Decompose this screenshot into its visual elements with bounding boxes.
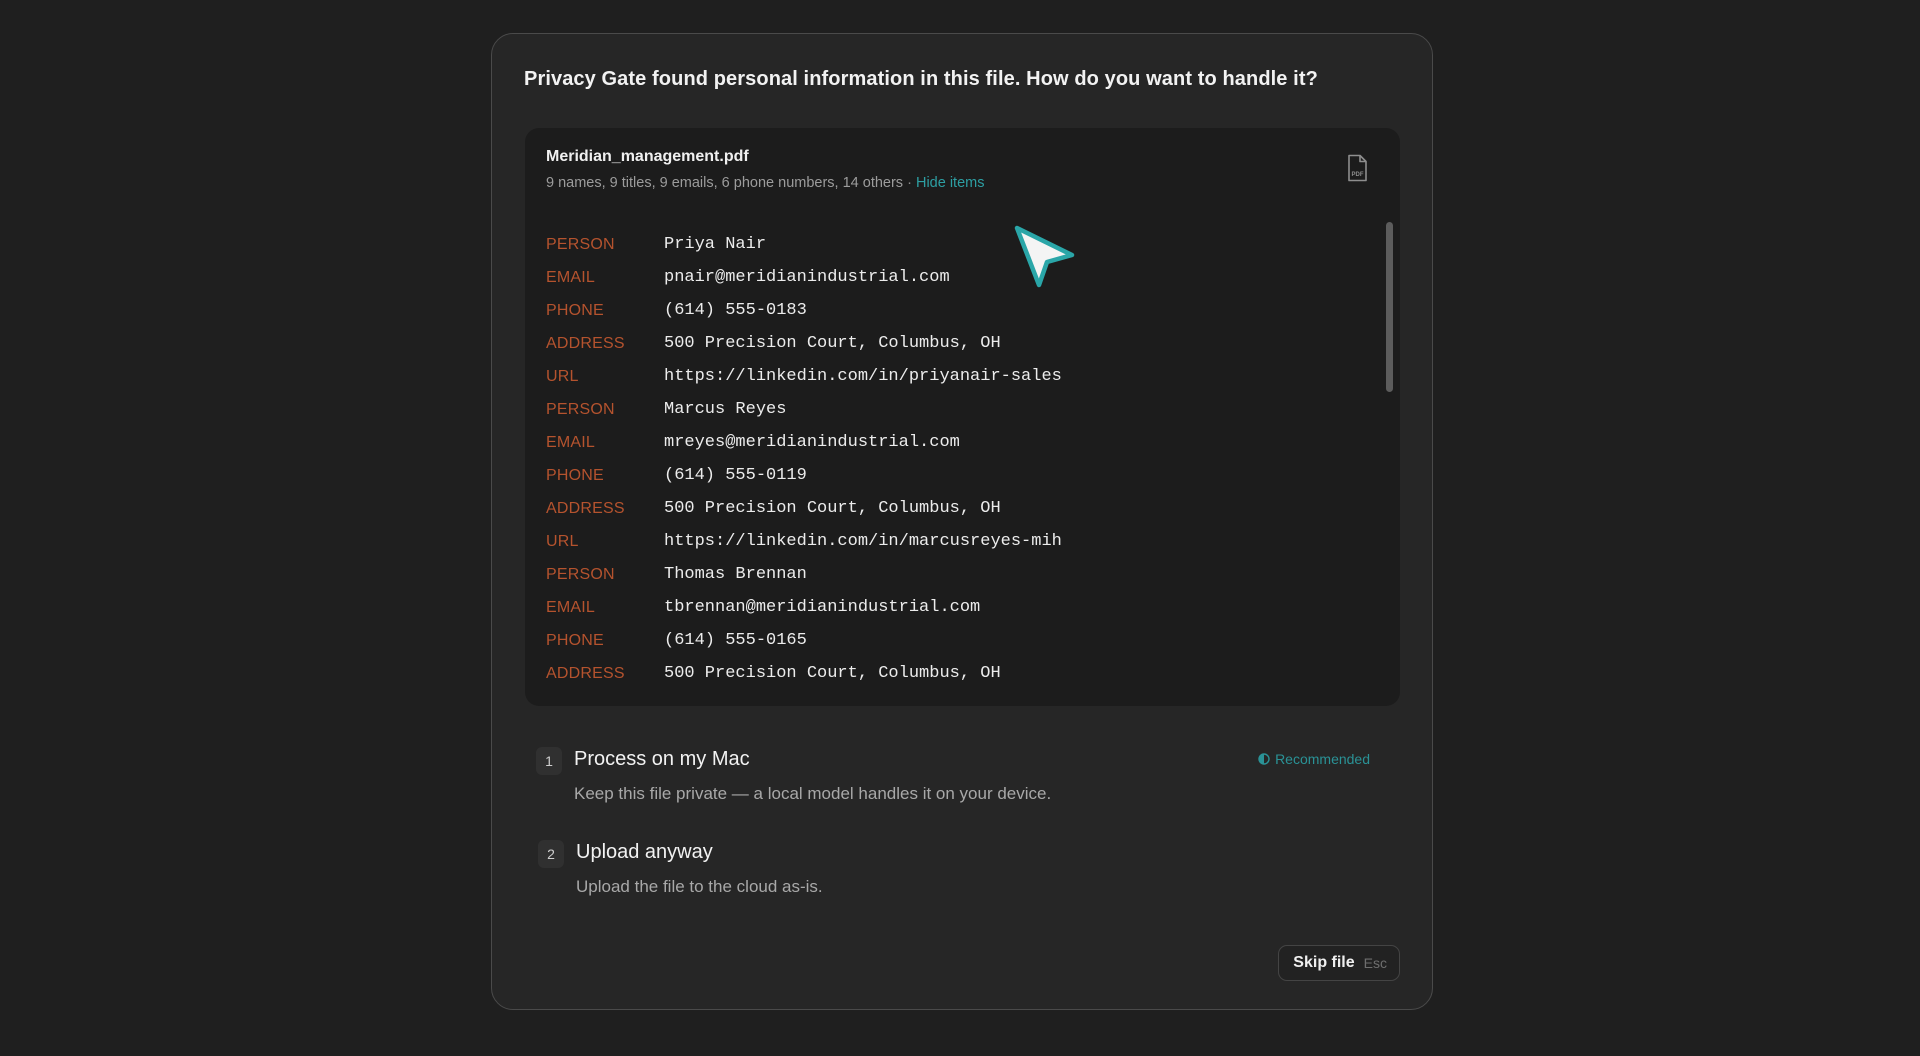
- item-type-label: EMAIL: [546, 268, 596, 286]
- option-title: Process on my Mac: [574, 748, 750, 770]
- item-value: 500 Precision Court, Columbus, OH: [664, 334, 1001, 353]
- file-summary: 9 names, 9 titles, 9 emails, 6 phone num…: [546, 175, 984, 191]
- detected-item-row: URL https://linkedin.com/in/priyanair-sal…: [546, 360, 1366, 393]
- file-summary-text: 9 names, 9 titles, 9 emails, 6 phone num…: [546, 175, 904, 191]
- option-description: Keep this file private — a local model h…: [574, 784, 1052, 803]
- pdf-file-icon: PDF: [1348, 154, 1367, 182]
- file-card: Meridian_management.pdf 9 names, 9 title…: [525, 128, 1400, 706]
- item-value: tbrennan@meridianindustrial.com: [664, 598, 981, 617]
- dialog-title: Privacy Gate found personal information …: [524, 68, 1318, 90]
- half-circle-icon: [1258, 753, 1270, 765]
- detected-item-row: PHONE (614) 555-0183: [546, 294, 1366, 327]
- detected-item-row: PERSON Priya Nair: [546, 228, 1366, 261]
- option-process-on-mac[interactable]: 1 Process on my Mac Keep this file priva…: [536, 747, 1396, 825]
- item-type-label: PERSON: [546, 235, 615, 253]
- detected-item-row: EMAIL mreyes@meridianindustrial.com: [546, 426, 1366, 459]
- skip-file-button[interactable]: Skip file Esc: [1278, 945, 1400, 981]
- detected-item-row: PHONE (614) 555-0119: [546, 459, 1366, 492]
- recommended-badge: Recommended: [1258, 751, 1370, 767]
- detected-item-row: EMAIL pnair@meridianindustrial.com: [546, 261, 1366, 294]
- item-type-label: PHONE: [546, 301, 604, 319]
- item-value: https://linkedin.com/in/marcusreyes-mih: [664, 532, 1062, 551]
- item-type-label: PERSON: [546, 400, 615, 418]
- skip-file-label: Skip file: [1293, 954, 1355, 971]
- item-type-label: ADDRESS: [546, 664, 625, 682]
- item-value: (614) 555-0165: [664, 631, 807, 650]
- item-value: 500 Precision Court, Columbus, OH: [664, 664, 1001, 683]
- detected-item-row: PHONE (614) 555-0165: [546, 624, 1366, 657]
- detected-item-row: URL https://linkedin.com/in/marcusreyes-m…: [546, 525, 1366, 558]
- esc-shortcut-hint: Esc: [1363, 955, 1387, 971]
- option-number-badge: 2: [538, 840, 564, 868]
- pdf-icon-label: PDF: [1352, 172, 1364, 178]
- item-value: 500 Precision Court, Columbus, OH: [664, 499, 1001, 518]
- item-type-label: ADDRESS: [546, 499, 625, 517]
- item-value: Thomas Brennan: [664, 565, 807, 584]
- items-scrollbar[interactable]: [1386, 222, 1393, 392]
- item-value: (614) 555-0183: [664, 301, 807, 320]
- item-type-label: PERSON: [546, 565, 615, 583]
- item-type-label: EMAIL: [546, 433, 596, 451]
- summary-separator: ·: [907, 175, 912, 191]
- hide-items-link[interactable]: Hide items: [916, 175, 985, 191]
- recommended-label: Recommended: [1275, 751, 1370, 767]
- privacy-gate-dialog: Privacy Gate found personal information …: [491, 33, 1433, 1010]
- detected-item-row: PERSON Marcus Reyes: [546, 393, 1366, 426]
- detected-item-row: PERSON Thomas Brennan: [546, 558, 1366, 591]
- item-type-label: PHONE: [546, 631, 604, 649]
- detected-items-list[interactable]: PERSON Priya Nair EMAIL pnair@meridianindus…: [546, 228, 1366, 690]
- detected-item-row: EMAIL tbrennan@meridianindustrial.com: [546, 591, 1366, 624]
- item-value: Marcus Reyes: [664, 400, 787, 419]
- file-name: Meridian_management.pdf: [546, 148, 749, 165]
- item-type-label: EMAIL: [546, 598, 596, 616]
- item-type-label: URL: [546, 532, 579, 550]
- detected-item-row: ADDRESS 500 Precision Court, Columbus, OH: [546, 327, 1366, 360]
- item-value: Priya Nair: [664, 235, 767, 254]
- option-upload-anyway[interactable]: 2 Upload anyway Upload the file to the c…: [538, 840, 1398, 918]
- item-value: (614) 555-0119: [664, 466, 807, 485]
- option-title: Upload anyway: [576, 841, 713, 863]
- detected-item-row: ADDRESS 500 Precision Court, Columbus, OH: [546, 492, 1366, 525]
- item-type-label: ADDRESS: [546, 334, 625, 352]
- item-type-label: URL: [546, 367, 579, 385]
- item-type-label: PHONE: [546, 466, 604, 484]
- item-value: pnair@meridianindustrial.com: [664, 268, 950, 287]
- option-number-badge: 1: [536, 747, 562, 775]
- detected-item-row: ADDRESS 500 Precision Court, Columbus, OH: [546, 657, 1366, 690]
- item-value: mreyes@meridianindustrial.com: [664, 433, 960, 452]
- option-description: Upload the file to the cloud as-is.: [576, 877, 823, 896]
- item-value: https://linkedin.com/in/priyanair-sales: [664, 367, 1062, 386]
